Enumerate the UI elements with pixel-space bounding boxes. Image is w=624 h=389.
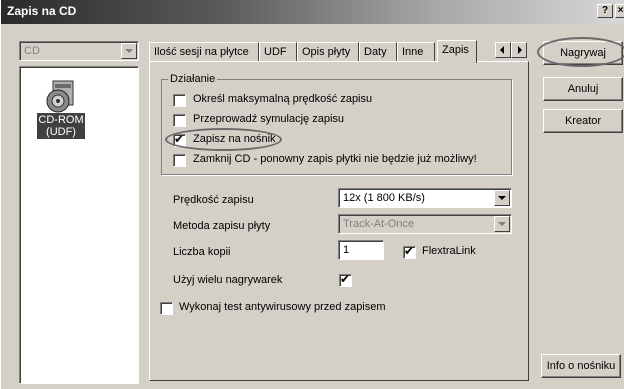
close-button[interactable]: × [615,4,624,18]
cd-drive-icon[interactable] [43,75,83,115]
device-label-line2: (UDF) [46,126,76,138]
action-group-title: Działanie [168,73,218,85]
tab-sessions-label: Ilość sesji na płytce [154,46,249,58]
drive-select[interactable]: CD [19,41,139,61]
cancel-button-label: Anuluj [567,83,599,95]
tab-disc-description-label: Opis płyty [302,46,351,58]
tab-sessions[interactable]: Ilość sesji na płytce [149,42,259,62]
flextra-label[interactable]: FlextraLink [422,245,476,257]
method-select[interactable]: Track-At-Once [338,214,512,234]
multi-burner-checkbox[interactable] [339,272,352,287]
chevron-down-icon[interactable] [121,43,137,59]
chevron-down-icon[interactable] [494,216,510,232]
wizard-button-label: Kreator [564,115,602,127]
method-select-value: Track-At-Once [343,218,415,230]
burn-button-label: Nagrywaj [560,47,606,59]
media-info-button-label: Info o nośniku [546,360,616,372]
tab-burn-label: Zapis [442,44,469,56]
tab-udf[interactable]: UDF [259,42,297,62]
option-max-speed-label[interactable]: Określ maksymalną prędkość zapisu [193,93,372,105]
tab-burn[interactable]: Zapis [437,40,477,63]
method-label: Metoda zapisu płyty [173,220,271,232]
option-simulation-checkbox[interactable] [173,114,186,127]
copies-input[interactable]: 1 [338,240,384,260]
dialog-window: Zapis na CD ? × CD CD-ROM (UDF) Ilość se… [0,0,624,389]
help-button[interactable]: ? [597,4,613,18]
burn-button[interactable]: Nagrywaj [543,41,623,65]
device-label[interactable]: CD-ROM (UDF) [37,113,85,139]
help-icon: ? [601,5,609,16]
cancel-button[interactable]: Anuluj [543,77,623,101]
tab-dates-label: Daty [364,46,387,58]
copies-label: Liczba kopii [173,246,231,258]
drive-select-value: CD [24,45,40,57]
media-info-button[interactable]: Info o nośniku [541,354,621,378]
option-write-checkbox[interactable] [173,132,186,147]
tab-scroll-right-icon[interactable] [511,42,527,58]
window-title: Zapis na CD [7,4,77,18]
wizard-button[interactable]: Kreator [543,109,623,133]
copies-input-value: 1 [343,244,350,256]
device-label-line1: CD-ROM [38,114,84,126]
tab-disc-description[interactable]: Opis płyty [297,42,359,62]
option-write-label[interactable]: Zapisz na nośnik [193,133,276,145]
speed-select-value: 12x (1 800 KB/s) [343,192,425,204]
device-list[interactable]: CD-ROM (UDF) [19,66,139,384]
antivirus-checkbox[interactable] [160,302,173,315]
option-max-speed-checkbox[interactable] [173,94,186,107]
option-finalize-label[interactable]: Zamknij CD - ponowny zapis płytki nie bę… [193,153,477,165]
tab-other[interactable]: Inne [397,42,435,62]
chevron-down-icon[interactable] [494,190,510,206]
close-icon: × [617,5,624,16]
antivirus-label[interactable]: Wykonaj test antywirusowy przed zapisem [179,301,386,313]
option-finalize-checkbox[interactable] [173,154,186,167]
tab-udf-label: UDF [264,46,287,58]
option-simulation-label[interactable]: Przeprowadź symulację zapisu [193,113,344,125]
speed-label: Prędkość zapisu [173,194,254,206]
tab-dates[interactable]: Daty [359,42,397,62]
tab-other-label: Inne [402,46,424,58]
flextra-checkbox[interactable] [403,244,416,259]
speed-select[interactable]: 12x (1 800 KB/s) [338,188,512,208]
title-bar: Zapis na CD ? × [1,0,624,24]
multi-burner-label: Użyj wielu nagrywarek [173,274,283,286]
tab-scroll-left-icon[interactable] [495,42,511,58]
